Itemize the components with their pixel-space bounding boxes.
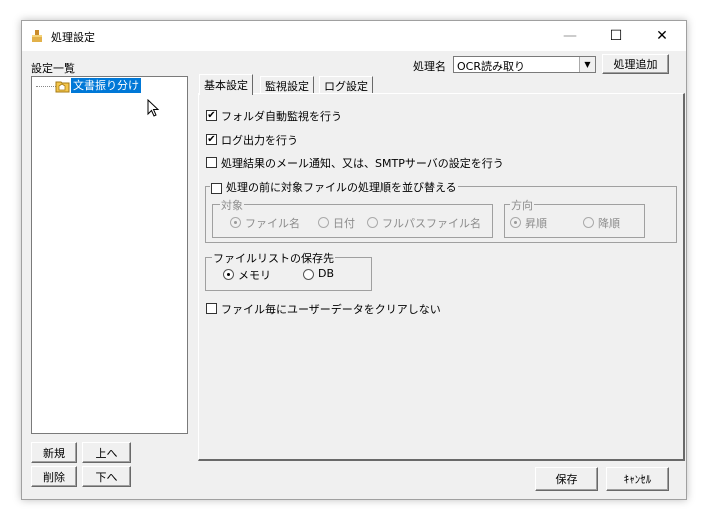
- tree-connector: [36, 86, 56, 87]
- mouse-cursor-icon: [147, 99, 160, 117]
- sort-target-fullpath-radio[interactable]: [367, 217, 378, 228]
- process-name-value: OCR読み取り: [457, 60, 525, 73]
- minimize-button[interactable]: —: [547, 21, 593, 51]
- window-title: 処理設定: [51, 31, 95, 44]
- tab-basic-settings[interactable]: 基本設定: [199, 74, 253, 95]
- sort-target-filename-radio[interactable]: [230, 217, 241, 228]
- dropdown-arrow-icon[interactable]: ▼: [579, 57, 595, 72]
- filelist-memory-label: メモリ: [238, 269, 271, 282]
- tree-item-document-sort[interactable]: 文書振り分け: [70, 77, 142, 94]
- sort-asc-radio[interactable]: [510, 217, 521, 228]
- move-up-button[interactable]: 上へ: [82, 442, 131, 463]
- delete-button[interactable]: 削除: [31, 466, 77, 487]
- save-button[interactable]: 保存: [535, 467, 598, 491]
- folder-monitor-checkbox[interactable]: ✔: [206, 110, 217, 121]
- filelist-destination-label: ファイルリストの保存先: [212, 250, 335, 266]
- sort-target-label: 対象: [220, 197, 244, 213]
- log-output-label: ログ出力を行う: [221, 134, 298, 147]
- sort-direction-label: 方向: [510, 197, 534, 213]
- tab-log-settings[interactable]: ログ設定: [319, 76, 373, 94]
- new-button[interactable]: 新規: [31, 442, 77, 463]
- settings-list-label: 設定一覧: [31, 62, 75, 75]
- sort-target-filename-label: ファイル名: [245, 217, 300, 230]
- title-bar: 処理設定 — ☐ ✕: [22, 21, 686, 51]
- process-name-label: 処理名: [413, 60, 446, 73]
- sort-target-date-label: 日付: [333, 217, 355, 230]
- filelist-db-label: DB: [318, 267, 335, 280]
- log-output-checkbox[interactable]: ✔: [206, 134, 217, 145]
- sort-order-header: 処理の前に対象ファイルの処理順を並び替える: [210, 179, 458, 195]
- sort-desc-radio[interactable]: [583, 217, 594, 228]
- settings-tree[interactable]: 文書振り分け: [31, 76, 188, 434]
- sort-target-date-radio[interactable]: [318, 217, 329, 228]
- mail-notify-label: 処理結果のメール通知、又は、SMTPサーバの設定を行う: [221, 157, 504, 170]
- cancel-button[interactable]: ｷｬﾝｾﾙ: [606, 467, 669, 491]
- close-button[interactable]: ✕: [639, 21, 685, 51]
- no-clear-label: ファイル毎にユーザーデータをクリアしない: [221, 303, 441, 316]
- folder-monitor-label: フォルダ自動監視を行う: [221, 110, 342, 123]
- sort-target-fullpath-label: フルパスファイル名: [382, 217, 481, 230]
- sort-asc-label: 昇順: [525, 217, 547, 230]
- sort-order-label: 処理の前に対象ファイルの処理順を並び替える: [226, 181, 457, 194]
- no-clear-checkbox[interactable]: [206, 303, 217, 314]
- app-icon: [32, 30, 42, 42]
- filelist-memory-radio[interactable]: [223, 269, 234, 280]
- dialog-window: 処理設定 — ☐ ✕ 設定一覧 文書振り分け 新規 上へ 削除 下へ 処理名 O…: [21, 20, 687, 500]
- sort-order-checkbox[interactable]: [211, 182, 222, 194]
- move-down-button[interactable]: 下へ: [82, 466, 131, 487]
- folder-icon: [55, 81, 70, 93]
- tab-monitor-settings[interactable]: 監視設定: [260, 76, 314, 94]
- process-name-select[interactable]: OCR読み取り ▼: [453, 56, 596, 73]
- sort-desc-label: 降順: [598, 217, 620, 230]
- mail-notify-checkbox[interactable]: [206, 157, 217, 168]
- maximize-button[interactable]: ☐: [593, 21, 639, 51]
- add-process-button[interactable]: 処理追加: [602, 54, 669, 74]
- filelist-db-radio[interactable]: [303, 269, 314, 280]
